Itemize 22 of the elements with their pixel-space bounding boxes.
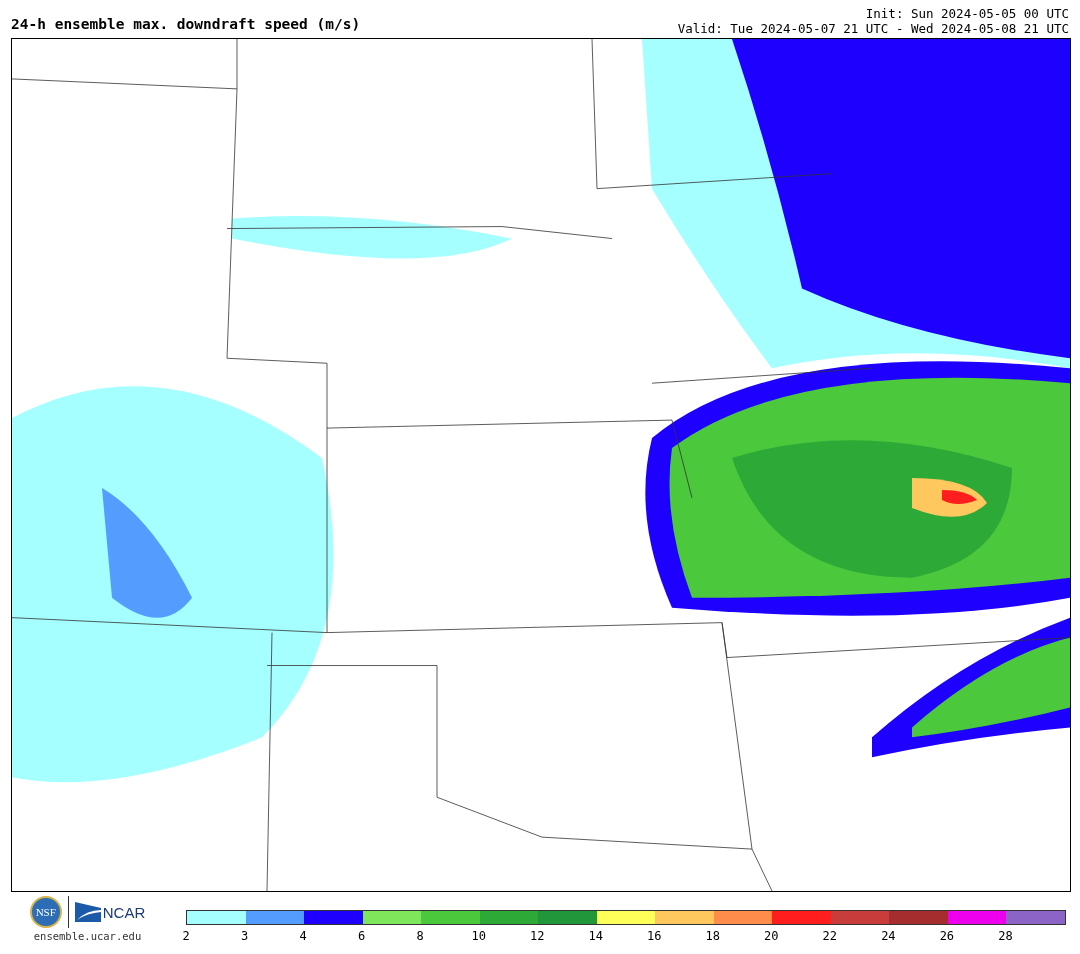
colorbar-tick-label: 22 bbox=[822, 929, 838, 943]
ncar-logo-icon bbox=[74, 902, 101, 922]
colorbar-tick-label: 26 bbox=[939, 929, 955, 943]
colorbar-tick-label: 4 bbox=[299, 929, 307, 943]
plot-title: 24-h ensemble max. downdraft speed (m/s) bbox=[11, 16, 361, 34]
colorbar-tick-label: 16 bbox=[647, 929, 662, 943]
colorbar-tick-label: 3 bbox=[240, 929, 249, 943]
nsf-logo: NSF bbox=[29, 896, 62, 928]
site-url: ensemble.ucar.edu bbox=[33, 930, 142, 942]
colorbar-tick-label: 12 bbox=[529, 929, 545, 943]
colorbar-tick-label: 18 bbox=[705, 929, 720, 943]
colorbar-tick-label: 2 bbox=[182, 929, 190, 943]
colorbar-tick-label: 8 bbox=[416, 929, 424, 943]
colorbar-tick-label: 6 bbox=[357, 929, 366, 943]
ncar-logo: NCAR bbox=[102, 903, 146, 921]
colorbar-tick-label: 20 bbox=[764, 929, 779, 943]
valid-time: Valid: Tue 2024-05-07 21 UTC - Wed 2024-05-08 21 UTC bbox=[677, 21, 1069, 36]
colorbar-tick-label: 10 bbox=[471, 929, 486, 943]
colorbar-tick-label: 24 bbox=[881, 929, 896, 943]
colorbar-tick-label: 14 bbox=[588, 929, 603, 943]
colorbar-tick-label: 28 bbox=[998, 929, 1013, 943]
init-time: Init: Sun 2024-05-05 00 UTC bbox=[865, 6, 1069, 21]
